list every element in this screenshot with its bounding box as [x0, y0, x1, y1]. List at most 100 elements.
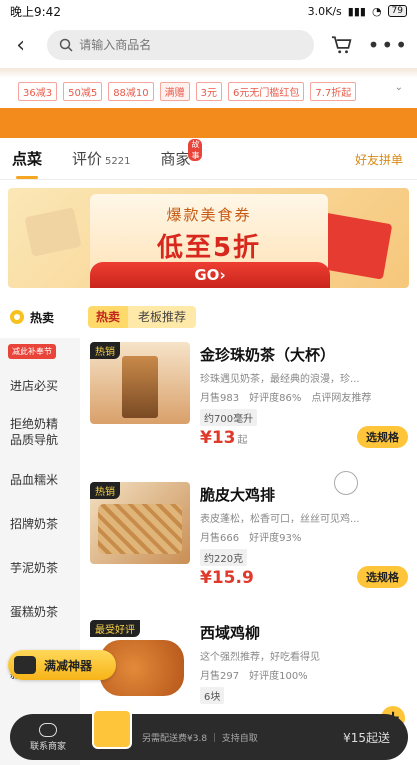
section-header: 热卖 老板推荐 — [88, 306, 197, 328]
milk-tea-cup — [122, 356, 158, 418]
back-icon[interactable]: ‹ — [8, 33, 33, 58]
coupon-tag: 50减5 — [63, 82, 103, 101]
wifi-icon: ◔ — [371, 4, 382, 18]
status-time: 晚上9:42 — [10, 4, 61, 19]
store-tabs: 点菜 评价 5221 商家 故事 好友拼单 — [0, 138, 417, 180]
product-name: 脆皮大鸡排 — [200, 486, 276, 504]
product-spec: 6块 — [200, 687, 225, 704]
deal-label: 满减神器 — [44, 658, 93, 673]
decor-envelope — [24, 207, 82, 257]
price-value: ¥13 — [200, 428, 236, 448]
network-speed: 3.0K/s — [307, 4, 342, 18]
search-input[interactable] — [79, 38, 280, 52]
search-box[interactable] — [47, 30, 315, 60]
sidebar-item[interactable]: 拒绝奶精 品质导航 — [0, 407, 80, 457]
product-name: 金珍珠奶茶（大杯） — [200, 346, 336, 364]
promo-strip: 36减3 50减5 88减10 满赠 3元 6元无门槛红包 7.7折起 ⌄ — [0, 68, 417, 138]
search-header: ‹ ••• — [0, 22, 417, 68]
product-badge: 热销 — [90, 482, 120, 499]
section-hot-label: 热卖 — [88, 306, 129, 328]
hot-icon — [10, 310, 24, 324]
tab-merchant[interactable]: 商家 故事 — [160, 139, 203, 169]
status-bar: 晚上9:42 3.0K/s ▮▮▮ ◔ 79 — [0, 0, 417, 22]
banner-title: 低至5折 — [156, 233, 262, 263]
product-spec: 约700毫升 — [200, 409, 258, 426]
coupon-tag: 3元 — [195, 82, 223, 101]
product-rating: 好评度100% — [249, 671, 308, 682]
product-info: 金珍珠奶茶（大杯） 珍珠遇见奶茶，最经典的浪漫，珍... 月售983 好评度86… — [200, 342, 412, 448]
product-desc: 表皮蓬松，松香可口，丝丝可见鸡... — [200, 514, 360, 525]
cart-icon[interactable] — [330, 33, 353, 57]
sidebar-item[interactable]: 品血糯米 — [0, 457, 80, 501]
tab-reviews[interactable]: 评价 5221 — [72, 148, 130, 169]
signal-icon: ▮▮▮ — [347, 4, 366, 18]
tab-label: 点菜 — [12, 150, 43, 168]
product-rating: 好评度86% — [249, 393, 302, 404]
select-spec-button[interactable]: 选规格 — [357, 566, 408, 588]
shopping-bag-icon[interactable] — [92, 709, 132, 749]
product-stats: 月售297 好评度100% — [200, 667, 412, 682]
product-image: 热销 — [90, 342, 190, 424]
banner-subtitle: 爆款美食券 — [166, 206, 252, 224]
promo-banner[interactable]: 爆款美食券 低至5折 GO› — [8, 188, 409, 288]
select-spec-button[interactable]: 选规格 — [357, 426, 408, 448]
sidebar-item[interactable]: 进店必买 — [0, 363, 80, 407]
review-count: 5221 — [105, 156, 131, 167]
search-icon — [59, 38, 73, 52]
chicken-cutlet — [98, 504, 182, 554]
contact-merchant-button[interactable]: 联系商家 — [10, 722, 86, 752]
product-info: 脆皮大鸡排 表皮蓬松，松香可口，丝丝可见鸡... 月售666 好评度93% 约2… — [200, 482, 412, 588]
story-badge: 故事 — [188, 139, 203, 161]
product-spec: 约220克 — [200, 549, 248, 566]
battery-icon: 79 — [387, 5, 407, 17]
chevron-down-icon[interactable]: ⌄ — [395, 82, 403, 93]
min-order: ¥15起送 — [343, 730, 390, 745]
coupon-tag: 6元无门槛红包 — [228, 82, 305, 101]
sidebar-item-label: 热卖 — [30, 310, 55, 325]
sidebar-item-hot[interactable]: 热卖 — [0, 296, 80, 338]
tab-menu[interactable]: 点菜 — [12, 148, 43, 179]
product-stats: 月售983 好评度86% 点评网友推荐 — [200, 389, 412, 404]
chat-icon — [39, 722, 57, 737]
price-unit: 起 — [237, 435, 248, 446]
product-stats: 月售666 好评度93% — [200, 529, 412, 544]
product-badge: 热销 — [90, 342, 120, 359]
group-order-button[interactable]: 好友拼单 — [355, 151, 403, 168]
product-extra: 点评网友推荐 — [311, 393, 372, 404]
tab-label: 评价 — [72, 150, 103, 168]
status-right: 3.0K/s ▮▮▮ ◔ 79 — [308, 5, 407, 18]
product-badge: 最受好评 — [90, 620, 140, 637]
product-sales: 月售297 — [200, 671, 240, 682]
product-desc: 这个强烈推荐，好吃看得见 — [200, 652, 320, 663]
category-sidebar: 热卖 减此补奉节 进店必买 拒绝奶精 品质导航 品血糯米 招牌奶茶 芋泥奶茶 蛋… — [0, 296, 80, 765]
product-item[interactable]: 热销 金珍珠奶茶（大杯） 珍珠遇见奶茶，最经典的浪漫，珍... 月售983 好评… — [88, 342, 412, 462]
cart-bar: 联系商家 另需配送费¥3.8 ｜ 支持自取 ¥15起送 — [10, 709, 408, 760]
radio-circle[interactable] — [334, 471, 358, 495]
coupon-tag: 满赠 — [159, 82, 190, 101]
contact-label: 联系商家 — [29, 741, 66, 752]
sidebar-item[interactable]: 蛋糕奶茶 — [0, 589, 80, 633]
product-image: 热销 — [90, 482, 190, 564]
coupon-tag: 7.7折起 — [310, 82, 357, 101]
deal-tool-button[interactable]: 满减神器 — [8, 650, 116, 680]
product-item[interactable]: 热销 脆皮大鸡排 表皮蓬松，松香可口，丝丝可见鸡... 月售666 好评度93%… — [88, 482, 412, 602]
banner-go-button[interactable]: GO› — [90, 262, 330, 288]
delivery-info: 另需配送费¥3.8 ｜ 支持自取 — [142, 733, 258, 744]
deal-icon — [14, 656, 36, 674]
coupon-tag: 88减10 — [108, 82, 154, 101]
sidebar-item[interactable]: 芋泥奶茶 — [0, 545, 80, 589]
coupon-tag: 36减3 — [18, 82, 58, 101]
orange-band — [0, 108, 417, 138]
sidebar-item[interactable]: 招牌奶茶 — [0, 501, 80, 545]
product-desc: 珍珠遇见奶茶，最经典的浪漫，珍... — [200, 374, 360, 385]
more-icon[interactable]: ••• — [368, 33, 409, 57]
product-name: 西域鸡柳 — [200, 624, 261, 642]
product-info: 西域鸡柳 这个强烈推荐，好吃看得见 月售297 好评度100% 6块 — [200, 620, 412, 704]
product-price: ¥13 起 — [200, 428, 248, 448]
product-sales: 月售983 — [200, 393, 240, 404]
product-rating: 好评度93% — [249, 533, 302, 544]
price-value: ¥15.9 — [200, 568, 254, 588]
coupon-row[interactable]: 36减3 50减5 88减10 满赠 3元 6元无门槛红包 7.7折起 — [18, 82, 357, 101]
product-price: ¥15.9 — [200, 568, 254, 588]
promo-top — [0, 68, 417, 78]
